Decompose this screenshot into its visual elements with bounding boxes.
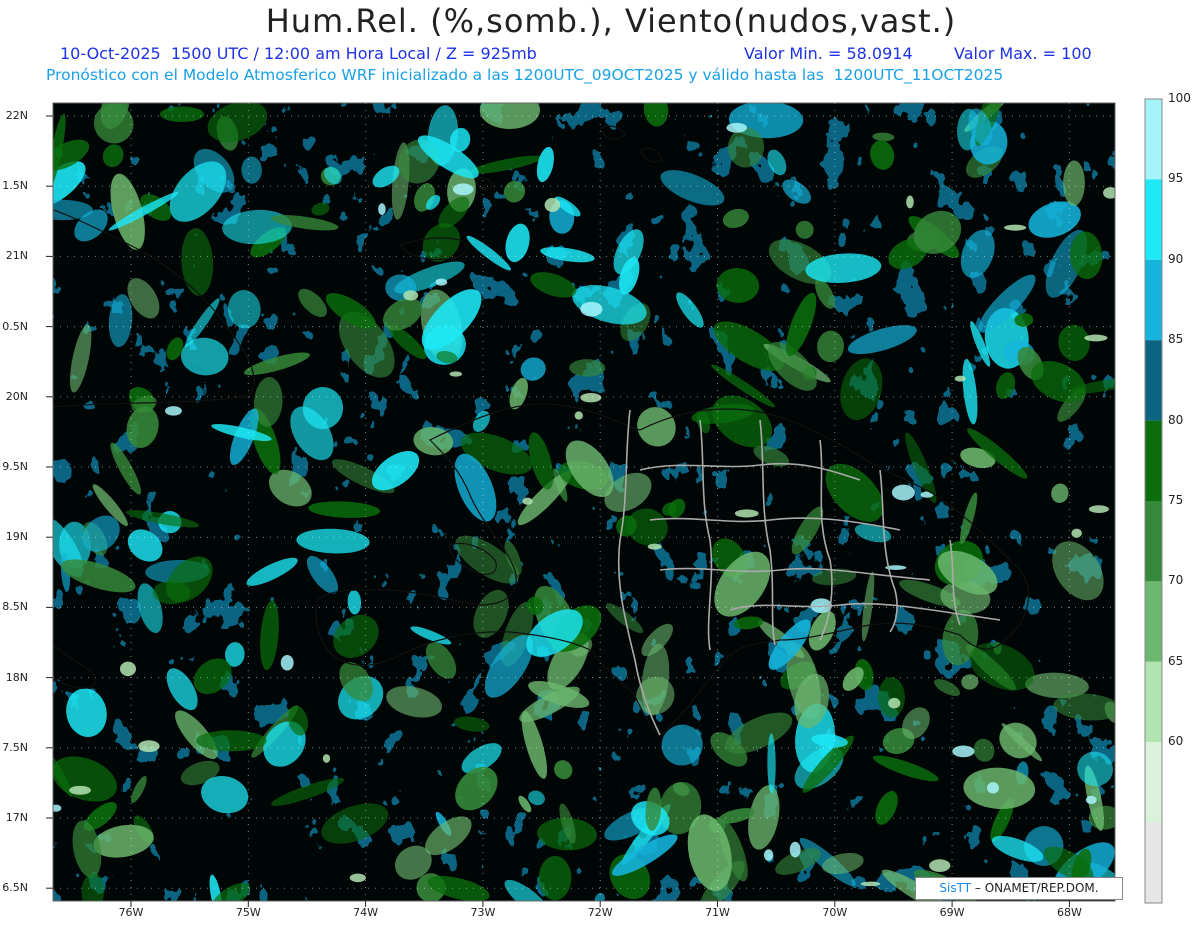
rh-blob	[1085, 795, 1097, 805]
rh-blob	[888, 697, 901, 709]
rh-blob	[580, 393, 602, 403]
lat-label: 22N	[5, 109, 28, 122]
rh-blob	[522, 497, 533, 505]
rh-blob	[165, 406, 182, 416]
colorbar-bin	[1145, 259, 1162, 341]
credit-text: – ONAMET/REP.DOM.	[974, 881, 1099, 895]
rh-blob	[580, 301, 603, 317]
rh-blob	[544, 197, 561, 213]
rh-blob	[449, 371, 463, 377]
colorbar-bin	[1145, 742, 1162, 823]
colorbar-label: 95	[1168, 171, 1184, 186]
colorbar-bin	[1145, 661, 1162, 743]
rh-blob	[763, 849, 774, 861]
rh-blob	[1084, 334, 1108, 342]
colorbar-bin	[1145, 420, 1162, 501]
colorbar-bin	[1145, 501, 1162, 582]
rh-blob	[1071, 528, 1082, 538]
credit-box: SisTT – ONAMET/REP.DOM.	[915, 877, 1123, 900]
lon-label: 75W	[235, 906, 261, 919]
colorbar-label: 75	[1168, 493, 1184, 507]
rh-blob	[734, 509, 759, 518]
sistt-logo: SisTT	[939, 881, 972, 895]
lat-label: 21N	[5, 249, 28, 263]
rh-blob	[891, 484, 915, 501]
colorbar-label: 65	[1168, 653, 1184, 668]
lat-label: 20N	[5, 389, 28, 403]
lat-label: 0.5N	[2, 319, 28, 333]
rh-blob	[574, 411, 583, 420]
lon-label: 76W	[118, 906, 144, 919]
model-info-label: Pronóstico con el Modelo Atmosferico WRF…	[46, 66, 1004, 84]
rh-blob	[860, 881, 881, 887]
rh-blob	[138, 740, 160, 753]
colorbar-label: 60	[1168, 734, 1184, 749]
rh-blob	[69, 785, 91, 795]
lat-label: 1.5N	[2, 179, 28, 193]
lon-label: 70W	[822, 906, 848, 919]
rh-blob	[789, 841, 801, 858]
rh-blob	[1103, 187, 1115, 199]
colorbar-bin	[1145, 99, 1162, 180]
rh-blob	[1004, 224, 1027, 231]
rh-blob	[986, 782, 1000, 794]
rh-blob	[726, 122, 747, 133]
colorbar-label: 90	[1168, 251, 1184, 266]
min-value-label: Valor Min. = 58.0914	[744, 44, 913, 63]
rh-blob	[954, 375, 966, 382]
humidity-map	[46, 98, 1163, 907]
rh-blob	[647, 543, 662, 550]
lon-label: 69W	[939, 906, 965, 919]
lon-label: 68W	[1056, 906, 1082, 919]
colorbar-label: 80	[1168, 412, 1184, 427]
lat-label: 19N	[5, 530, 28, 544]
rh-blob	[378, 203, 386, 216]
rh-blob	[452, 183, 474, 196]
colorbar-label: 70	[1168, 573, 1184, 588]
colorbar-bin	[1145, 340, 1162, 421]
rh-blob	[53, 804, 62, 812]
rh-blob	[929, 859, 951, 872]
colorbar-label: 85	[1168, 332, 1184, 347]
lon-label: 72W	[587, 906, 613, 919]
lon-label: 73W	[470, 906, 496, 919]
rh-blob	[435, 278, 448, 286]
colorbar-label: 100	[1168, 91, 1191, 105]
rh-blob	[403, 290, 419, 301]
rh-blob	[280, 654, 294, 671]
rh-blob	[160, 106, 205, 123]
lon-label: 74W	[353, 906, 379, 919]
rh-blob	[1088, 505, 1109, 513]
lat-label: 8.5N	[2, 600, 28, 614]
lat-label: 18N	[5, 670, 28, 684]
colorbar-bin	[1145, 822, 1162, 903]
lon-label: 71W	[705, 906, 730, 919]
lat-label: 9.5N	[2, 460, 28, 473]
chart-title: Hum.Rel. (%,somb.), Viento(nudos,vast.)	[265, 2, 957, 40]
rh-blob	[906, 195, 914, 209]
colorbar-bin	[1145, 581, 1162, 662]
humidity-field	[53, 103, 1115, 901]
rh-blob	[119, 661, 136, 677]
lat-label: 17N	[5, 811, 28, 824]
rh-blob	[349, 873, 366, 883]
max-value-label: Valor Max. = 100	[954, 44, 1092, 63]
rh-blob	[322, 754, 331, 763]
lat-label: 6.5N	[2, 881, 28, 895]
colorbar-bin	[1145, 179, 1162, 260]
colorbar	[1144, 98, 1163, 904]
lat-label: 7.5N	[2, 740, 28, 754]
datetime-label: 10-Oct-2025 1500 UTC / 12:00 am Hora Loc…	[60, 44, 537, 63]
